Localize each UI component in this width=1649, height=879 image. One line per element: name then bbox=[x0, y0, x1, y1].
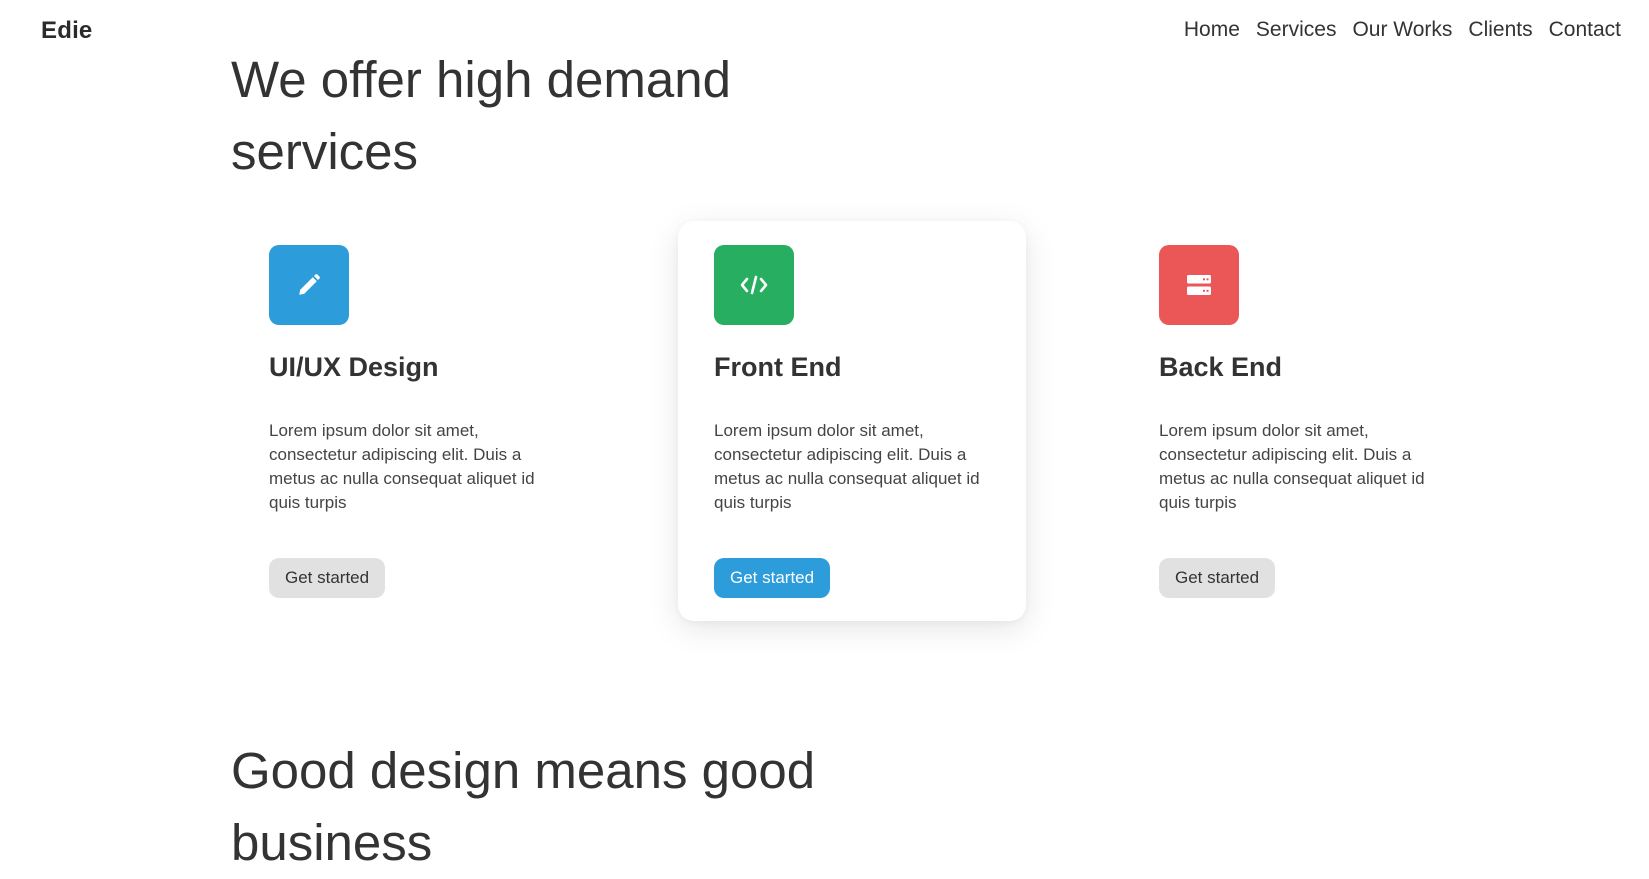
get-started-button[interactable]: Get started bbox=[269, 558, 386, 598]
design-title: Good design means good business bbox=[231, 742, 816, 871]
card-title: Back End bbox=[1159, 352, 1283, 382]
card-text: Lorem ipsum dolor sit amet, consectetur … bbox=[269, 421, 535, 512]
card-text: Lorem ipsum dolor sit amet, consectetur … bbox=[714, 421, 980, 512]
nav-link-our-works[interactable]: Our Works bbox=[1352, 18, 1452, 42]
pencil-icon bbox=[299, 274, 320, 295]
card-title: Front End bbox=[714, 352, 842, 382]
card-title: UI/UX Design bbox=[269, 352, 439, 382]
services-title: We offer high demand services bbox=[231, 51, 731, 180]
server-icon bbox=[1187, 275, 1211, 295]
code-icon bbox=[740, 275, 768, 295]
nav-link-clients[interactable]: Clients bbox=[1468, 18, 1532, 42]
front-end-icon-box bbox=[714, 245, 794, 325]
nav-link-services[interactable]: Services bbox=[1256, 18, 1337, 42]
nav-link-contact[interactable]: Contact bbox=[1549, 18, 1621, 42]
nav-link-home[interactable]: Home bbox=[1184, 18, 1240, 42]
get-started-button[interactable]: Get started bbox=[1159, 558, 1276, 598]
get-started-button[interactable]: Get started bbox=[714, 558, 831, 598]
logo[interactable]: Edie bbox=[41, 17, 92, 45]
back-end-icon-box bbox=[1159, 245, 1239, 325]
service-card-uiux: UI/UX Design Lorem ipsum dolor sit amet,… bbox=[233, 221, 581, 621]
card-text: Lorem ipsum dolor sit amet, consectetur … bbox=[1159, 421, 1425, 512]
service-card-back-end: Back End Lorem ipsum dolor sit amet, con… bbox=[1123, 221, 1471, 621]
uiux-icon-box bbox=[269, 245, 349, 325]
service-card-front-end: Front End Lorem ipsum dolor sit amet, co… bbox=[678, 221, 1026, 621]
nav-links: Home Services Our Works Clients Contact bbox=[1184, 18, 1621, 42]
